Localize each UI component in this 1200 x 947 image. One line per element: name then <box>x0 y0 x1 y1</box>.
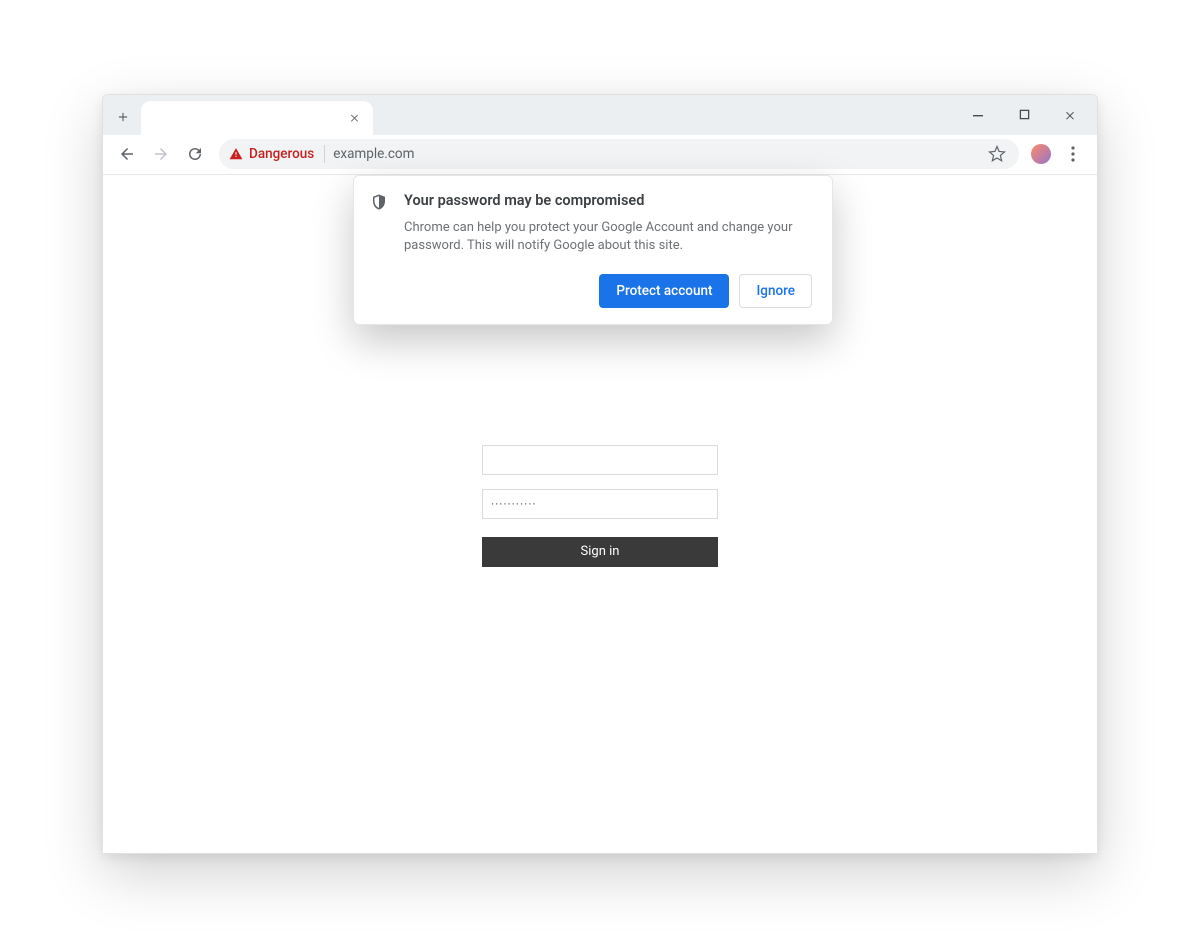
tab-strip <box>103 95 1097 135</box>
profile-button[interactable] <box>1027 140 1055 168</box>
forward-button[interactable] <box>145 138 177 170</box>
bookmark-button[interactable] <box>985 142 1009 166</box>
popover-actions: Protect account Ignore <box>404 274 812 308</box>
reload-button[interactable] <box>179 138 211 170</box>
close-window-button[interactable] <box>1047 99 1093 131</box>
signin-button[interactable]: Sign in <box>482 537 718 567</box>
ignore-button[interactable]: Ignore <box>739 274 812 308</box>
security-chip[interactable]: Dangerous <box>229 145 325 163</box>
chrome-menu-button[interactable] <box>1057 138 1089 170</box>
new-tab-button[interactable] <box>109 103 137 131</box>
maximize-window-button[interactable] <box>1001 99 1047 131</box>
shield-icon <box>370 192 390 212</box>
browser-window: Dangerous example.com ··········· Sign i… <box>102 94 1098 854</box>
protect-account-button[interactable]: Protect account <box>599 274 729 308</box>
protect-account-label: Protect account <box>616 283 712 299</box>
omnibox[interactable]: Dangerous example.com <box>219 139 1019 169</box>
ignore-label: Ignore <box>756 283 795 299</box>
toolbar: Dangerous example.com <box>103 135 1097 175</box>
popover-title: Your password may be compromised <box>404 192 812 209</box>
minimize-window-button[interactable] <box>955 99 1001 131</box>
window-controls <box>955 95 1093 135</box>
username-field[interactable] <box>482 445 718 475</box>
popover-body: Your password may be compromised Chrome … <box>404 192 812 309</box>
active-tab[interactable] <box>141 101 373 135</box>
signin-form: ··········· Sign in <box>482 445 718 567</box>
security-chip-label: Dangerous <box>249 146 314 162</box>
password-value: ··········· <box>491 497 536 511</box>
password-field[interactable]: ··········· <box>482 489 718 519</box>
signin-button-label: Sign in <box>581 544 620 559</box>
popover-text: Chrome can help you protect your Google … <box>404 219 812 257</box>
warning-icon <box>229 147 243 161</box>
password-compromised-popover: Your password may be compromised Chrome … <box>353 175 833 326</box>
close-tab-button[interactable] <box>345 109 363 127</box>
avatar-icon <box>1031 144 1051 164</box>
url-text: example.com <box>333 146 414 162</box>
back-button[interactable] <box>111 138 143 170</box>
